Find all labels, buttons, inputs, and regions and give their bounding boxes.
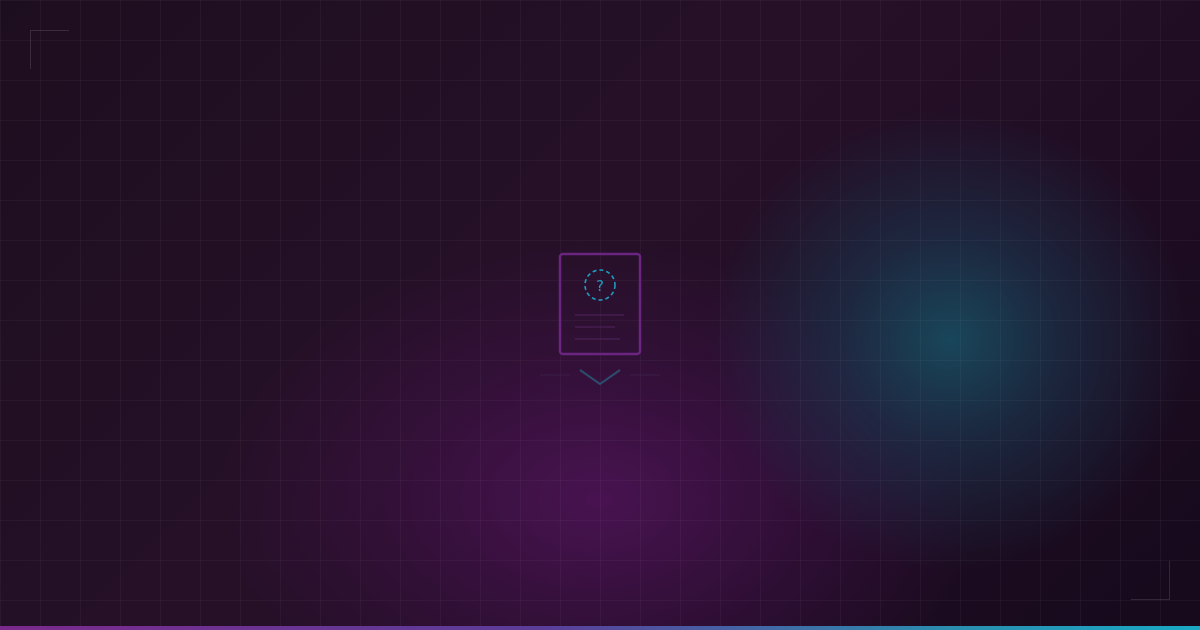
chevron-down-icon	[579, 369, 621, 386]
placeholder-card: ?	[0, 0, 1200, 630]
corner-bracket-top-left	[30, 30, 69, 69]
unknown-document-icon: ?	[558, 252, 642, 356]
accent-bottom-bar	[0, 626, 1200, 630]
document-placeholder-emblem: ?	[540, 252, 660, 386]
corner-bracket-bottom-right	[1131, 561, 1170, 600]
question-mark-glyph: ?	[596, 277, 604, 295]
